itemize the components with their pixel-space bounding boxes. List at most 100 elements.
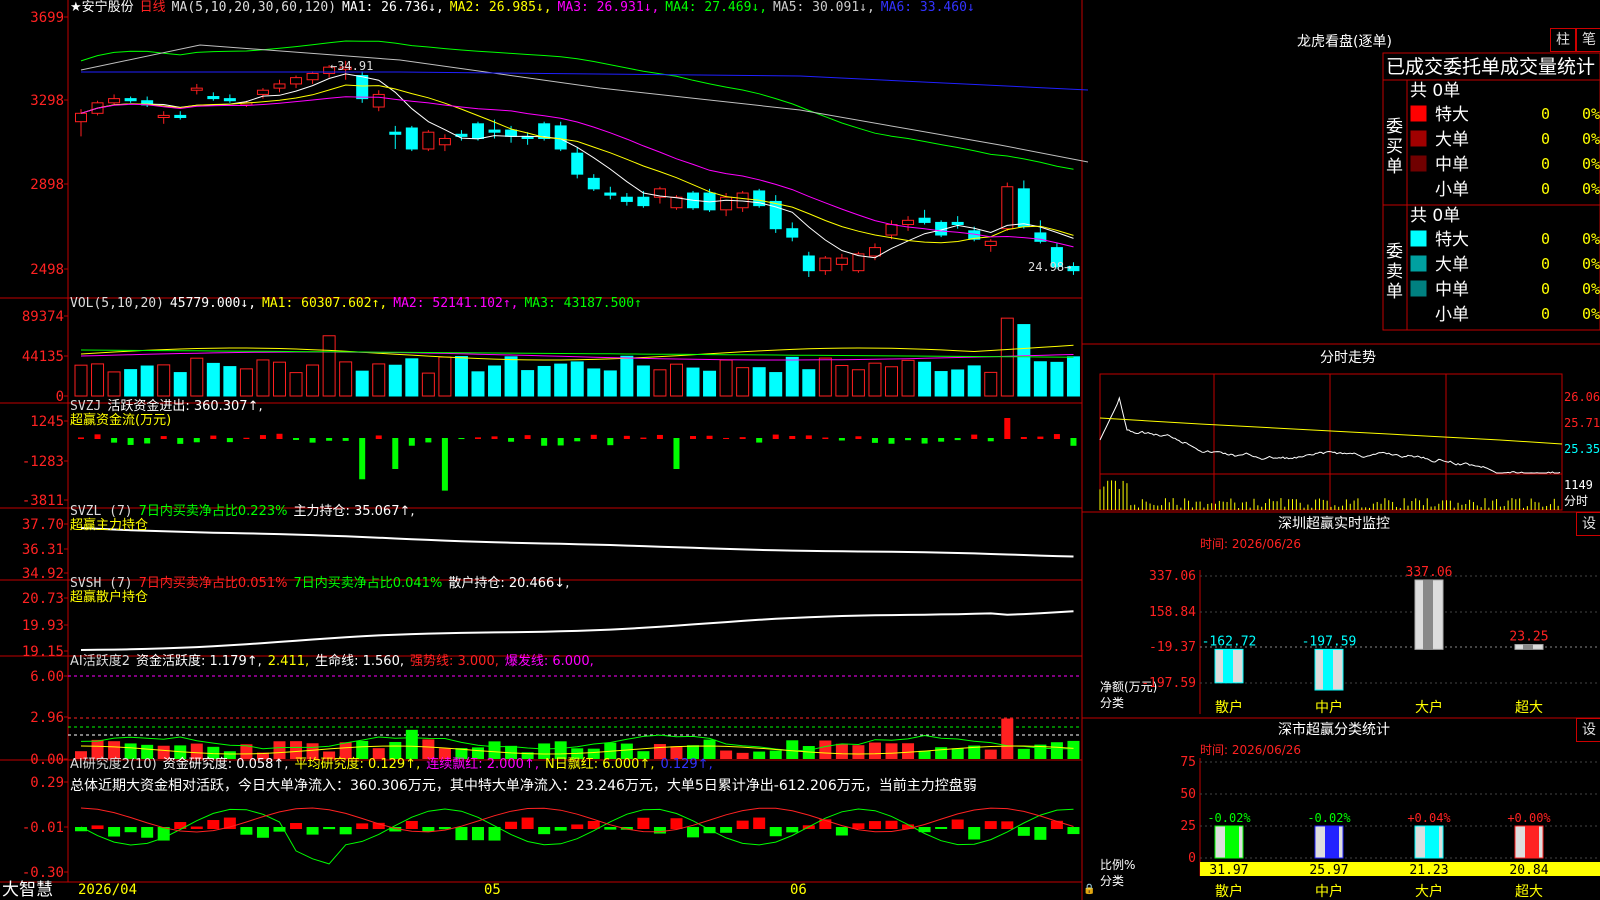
monitor-category-label: 中户 [1315,699,1343,716]
svzj-bar [822,437,829,439]
svzj-ytick: -1283 [22,454,64,470]
svsh-ytick: 19.15 [22,644,64,660]
volume-bar [835,365,849,397]
svsh-p2: 7日内买卖净占比0.041% [293,576,443,591]
ai2-bar [736,820,749,829]
volume-bar [967,365,981,397]
svzj-bar [1053,434,1060,439]
class-value-label: 31.97 [1209,863,1248,878]
svzj-bar [193,438,200,443]
candle-up [290,77,303,85]
tick-view-button[interactable]: 笔 [1576,28,1600,52]
sell-row-percent: 0% [1582,255,1600,273]
ai2-bar [835,827,848,836]
ai1-bar [902,743,915,759]
monitor-settings-button[interactable]: 设 [1576,512,1600,536]
ai1-bar [753,751,766,759]
ma5-value: MA5: 30.091↓, [773,0,875,15]
buy-row-volume: 0 [1541,155,1550,173]
svzj-bar [557,438,564,446]
ai2-label: AI研究度2(10) [70,757,157,772]
ai1-bar [1067,740,1080,759]
ai1-bar [835,743,848,759]
candle-up [835,257,848,265]
buy-row-volume: 0 [1541,130,1550,148]
main-chart-header: ★安宁股份 日线 MA(5,10,20,30,60,120) MA1: 26.736↓… [70,1,981,15]
candle-up [190,87,203,91]
svzj-bar [541,438,548,446]
ai2-bar [687,827,700,838]
ai2-bar [141,827,154,838]
volume-bar [355,370,369,397]
ai2-bar [670,818,683,829]
monitor-ytick: 158.84 [1149,605,1196,620]
ai2-bar [207,820,220,829]
volume-bar [636,365,650,397]
volume-bar [107,371,121,397]
class-category-label: 超大 [1515,884,1543,900]
svzj-bar [259,435,266,439]
svzj-bar [590,434,597,439]
svzj-bar [772,434,779,439]
svzj-bar [127,438,134,445]
monitor-category-label: 大户 [1415,699,1443,716]
svzj-bar [789,435,796,439]
class-change-label: -0.02% [1207,811,1251,825]
svzj-bar [210,435,217,439]
volume-bar [272,361,286,397]
ai1-bar [405,729,418,759]
ai2-bar [405,820,418,829]
volume-bar [901,359,915,397]
svzj-bar [888,438,895,444]
class-time: 时间: 2026/06/26 [1200,743,1302,757]
class-ytick: 25 [1180,819,1196,834]
buy-row-volume: 0 [1541,180,1550,198]
candle-up [422,131,435,150]
volume-bar [918,361,932,397]
class-ytick: 50 [1180,787,1196,802]
volume-bar [785,356,799,397]
volume-bar [504,356,518,397]
ai2-summary: 总体近期大资金相对活跃，今日大单净流入：360.306万元，其中特大单净流入：2… [70,778,977,794]
ai1-bar [786,740,799,759]
svzl-line [80,527,1074,558]
svzj-bar [94,434,101,439]
lock-icon[interactable]: 🔒 [1083,883,1095,897]
class-settings-button[interactable]: 设 [1576,718,1600,742]
stock-name[interactable]: ★安宁股份 [70,0,134,15]
ai2-bar [554,827,567,831]
vol-label: VOL(5,10,20) [70,296,164,311]
candle-down [604,192,617,196]
svsh-header: SVSH (7) 7日内买卖净占比0.051% 7日内买卖净占比0.041% 散户持仓… [70,577,575,591]
volume-bar [471,371,485,397]
ai2-ytick: -0.30 [22,865,64,881]
class-category-label: 散户 [1215,883,1243,900]
intraday-frame [1099,373,1563,511]
volume-bar [620,355,634,397]
monitor-value-label: -162.72 [1202,634,1257,649]
sell-total: 共 0单 [1410,206,1461,226]
candle-down [918,217,931,223]
candle-up [868,247,881,257]
buy-color-swatch [1410,130,1427,147]
ai2-line [80,808,1074,865]
svzj-header: SVZJ 活跃资金进出: 360.307↑, [70,400,269,414]
svzj-bar [144,438,151,444]
ai2-ytick: 0.29 [30,775,64,791]
intraday-title: 分时走势 [1320,350,1376,366]
ai2-bar [1034,827,1047,840]
volume-bar [587,368,601,397]
svzj-bar [640,437,647,439]
ai2-bar [720,827,733,833]
volume-bar [703,370,717,397]
ma-params: MA(5,10,20,30,60,120) [171,0,337,15]
ai2-bar [538,827,551,835]
ai2-p1: 资金研究度: 0.058↑, [162,757,289,772]
ai1-p2: 2.411, [267,654,310,669]
ai1-p4: 强势线: 3.000, [410,654,499,669]
ai2-ytick: -0.01 [22,820,64,836]
volume-bar [984,371,998,397]
period-label[interactable]: 日线 [140,0,166,15]
svzj-subtitle: 超赢资金流(万元) [70,413,172,428]
column-view-button[interactable]: 柱 [1550,28,1576,52]
